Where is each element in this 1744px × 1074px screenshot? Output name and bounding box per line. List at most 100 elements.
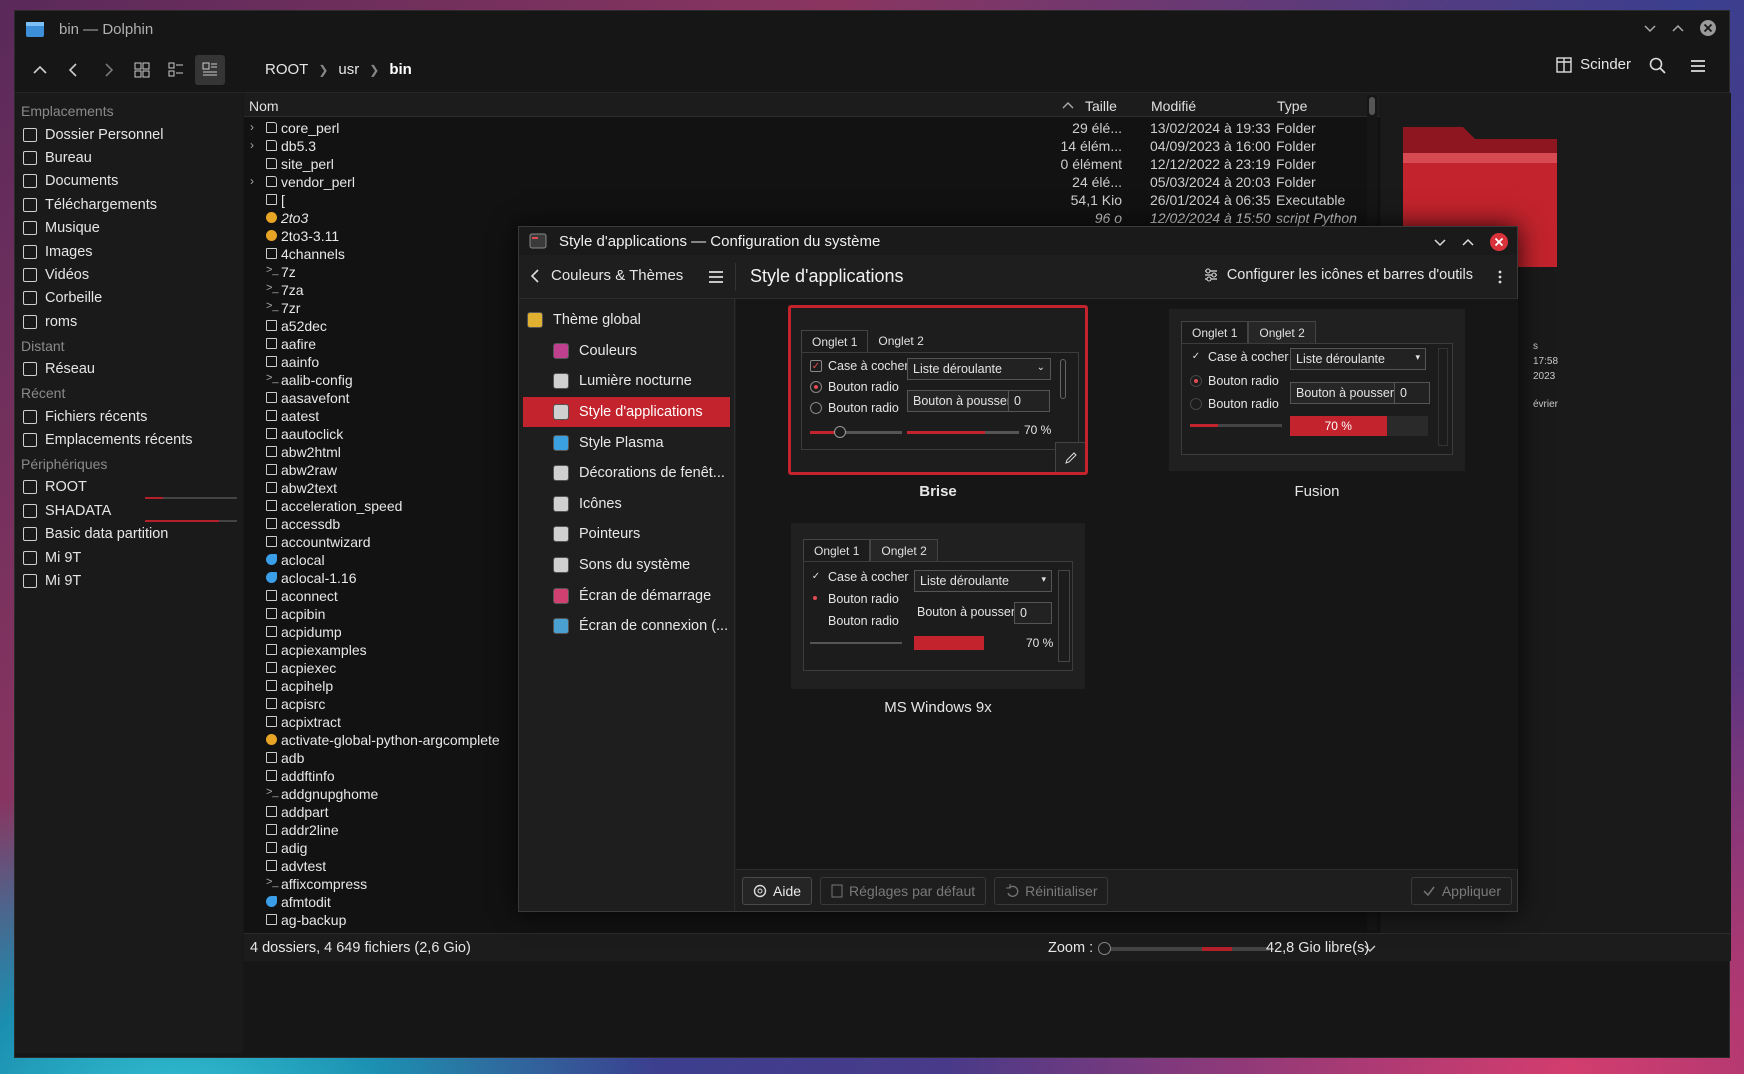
configure-icons-toolbars-button[interactable]: Configurer les icônes et barres d'outils <box>1203 267 1473 283</box>
chevron-down-icon[interactable] <box>1364 944 1376 954</box>
places-item[interactable]: Documents <box>15 170 243 193</box>
executable-file-icon <box>266 914 277 925</box>
settings-nav-item[interactable]: Décorations de fenêt... <box>519 458 734 489</box>
music-icon <box>23 221 37 236</box>
breadcrumb-bin[interactable]: bin <box>389 61 412 78</box>
zoom-slider-handle[interactable] <box>1098 942 1111 955</box>
places-item[interactable]: Emplacements récents <box>15 428 243 451</box>
reset-button[interactable]: Réinitialiser <box>994 876 1109 905</box>
settings-nav-item[interactable]: Écran de connexion (... <box>519 611 734 642</box>
details-view-button[interactable] <box>195 54 225 85</box>
kebab-menu-icon[interactable] <box>1497 269 1503 285</box>
help-button[interactable]: Aide <box>742 876 813 905</box>
split-button[interactable]: Scinder <box>1556 56 1631 73</box>
settings-nav-item[interactable]: Style d'applications <box>523 396 730 428</box>
places-item[interactable]: Téléchargements <box>15 193 243 216</box>
minimize-icon[interactable] <box>1433 235 1447 249</box>
settings-nav-label: Lumière nocturne <box>579 373 692 390</box>
column-name[interactable]: Nom <box>249 98 279 114</box>
hamburger-menu-icon[interactable] <box>707 269 725 285</box>
places-item[interactable]: Basic data partition <box>15 522 243 545</box>
file-modified: 13/02/2024 à 19:33 <box>1150 120 1271 136</box>
style-preview-windows9x[interactable]: Onglet 1 Onglet 2 ✓ Case à cocher Bouton … <box>791 523 1085 689</box>
column-size[interactable]: Taille <box>1085 98 1117 114</box>
settings-nav-item[interactable]: Écran de démarrage <box>519 580 734 611</box>
file-row[interactable]: › vendor_perl 24 élé... 05/03/2024 à 20:03… <box>244 173 1366 191</box>
go-up-button[interactable] <box>25 55 55 85</box>
back-button[interactable] <box>59 55 89 85</box>
forward-button[interactable] <box>93 55 123 85</box>
breadcrumb-root[interactable]: ROOT <box>265 61 308 78</box>
maximize-icon[interactable] <box>1461 235 1475 249</box>
places-item[interactable]: SHADATA <box>15 499 243 523</box>
executable-file-icon <box>266 248 277 259</box>
terminal-script-icon: >_ <box>266 786 279 798</box>
places-item[interactable]: Corbeille <box>15 287 243 310</box>
minimize-icon[interactable] <box>1643 21 1657 35</box>
settings-title-bar: Style d'applications — Configuration du … <box>519 227 1517 255</box>
file-row[interactable]: ag-backup <box>244 911 1366 929</box>
preview-scrollbar <box>1438 348 1448 446</box>
column-modified[interactable]: Modifié <box>1151 98 1196 114</box>
style-preview-brise[interactable]: Onglet 1 Onglet 2 ✓ Case à cocher Bouton … <box>788 305 1088 475</box>
free-space-label[interactable]: 42,8 Gio libre(s) <box>1266 940 1369 956</box>
column-type[interactable]: Type <box>1277 98 1307 114</box>
close-icon[interactable] <box>1489 232 1509 252</box>
places-item[interactable]: roms <box>15 310 243 333</box>
icons-view-button[interactable] <box>127 55 157 85</box>
recent-places-icon <box>23 432 37 447</box>
executable-file-icon <box>266 806 277 817</box>
places-item[interactable]: Vidéos <box>15 263 243 286</box>
expand-chevron-icon[interactable]: › <box>250 174 254 188</box>
places-item[interactable]: ROOT <box>15 476 243 500</box>
file-row[interactable]: [54,1 Kio 26/01/2024 à 06:35 Executable <box>244 191 1366 209</box>
file-row[interactable]: site_perl 0 élément 12/12/2022 à 23:19 Fo… <box>244 155 1366 173</box>
window-title: bin — Dolphin <box>59 20 154 38</box>
settings-nav-item[interactable]: Couleurs <box>519 336 734 367</box>
compact-view-button[interactable] <box>161 55 191 85</box>
style-name-brise[interactable]: Brise <box>788 483 1088 500</box>
file-row[interactable]: › core_perl 29 élé... 13/02/2024 à 19:33 F… <box>244 119 1366 137</box>
search-icon[interactable] <box>1649 57 1667 75</box>
places-item[interactable]: Mi 9T <box>15 546 243 569</box>
settings-nav-item[interactable]: Style Plasma <box>519 427 734 458</box>
pencil-icon <box>1065 452 1077 464</box>
sort-ascending-icon[interactable] <box>1062 100 1074 110</box>
edit-style-button[interactable] <box>1055 442 1085 472</box>
places-section-title: Emplacements <box>21 103 114 119</box>
hamburger-menu-icon[interactable] <box>1689 57 1707 75</box>
apply-button[interactable]: Appliquer <box>1410 876 1512 905</box>
settings-nav-item[interactable]: Pointeurs <box>519 519 734 550</box>
places-item[interactable]: Musique <box>15 217 243 240</box>
expand-chevron-icon[interactable]: › <box>250 138 254 152</box>
close-icon[interactable] <box>1699 19 1717 37</box>
breadcrumb-usr[interactable]: usr <box>338 61 359 78</box>
settings-window-title: Style d'applications — Configuration du … <box>559 232 881 250</box>
expand-chevron-icon[interactable]: › <box>250 120 254 134</box>
preview-text-fragment: 17:58 <box>1533 356 1559 367</box>
places-item[interactable]: Bureau <box>15 146 243 169</box>
file-row[interactable]: › db5.3 14 élém... 04/09/2023 à 16:00 Fold… <box>244 137 1366 155</box>
column-header: Nom Taille Modifié Type <box>244 93 1380 117</box>
settings-nav-item[interactable]: Sons du système <box>519 550 734 581</box>
settings-nav-item[interactable]: Icônes <box>519 489 734 520</box>
places-item[interactable]: Images <box>15 240 243 263</box>
file-row[interactable]: 2to3 96 o 12/02/2024 à 15:50 script Pytho… <box>244 209 1366 242</box>
places-item[interactable]: Dossier Personnel <box>15 123 243 146</box>
style-name-windows9x[interactable]: MS Windows 9x <box>791 699 1085 716</box>
scrollbar-thumb[interactable] <box>1369 97 1375 115</box>
settings-nav-item[interactable]: Thème global <box>519 305 734 336</box>
preview-tabs: Onglet 1 Onglet 2 <box>803 539 938 562</box>
maximize-icon[interactable] <box>1671 21 1685 35</box>
settings-nav-item[interactable]: Lumière nocturne <box>519 366 734 397</box>
defaults-button[interactable]: Réglages par défaut <box>820 876 987 905</box>
file-size: 96 o <box>1094 210 1122 226</box>
back-to-category-button[interactable]: Couleurs & Thèmes <box>529 267 683 284</box>
places-item[interactable]: Mi 9T <box>15 569 243 592</box>
settings-nav-label: Écran de connexion (... <box>579 618 729 635</box>
style-name-fusion[interactable]: Fusion <box>1169 483 1465 500</box>
places-item[interactable]: Fichiers récents <box>15 405 243 428</box>
executable-file-icon <box>266 356 277 367</box>
places-item[interactable]: Réseau <box>15 358 243 381</box>
style-preview-fusion[interactable]: Onglet 1 Onglet 2 ✓ Case à cocher Bouton … <box>1169 309 1465 471</box>
